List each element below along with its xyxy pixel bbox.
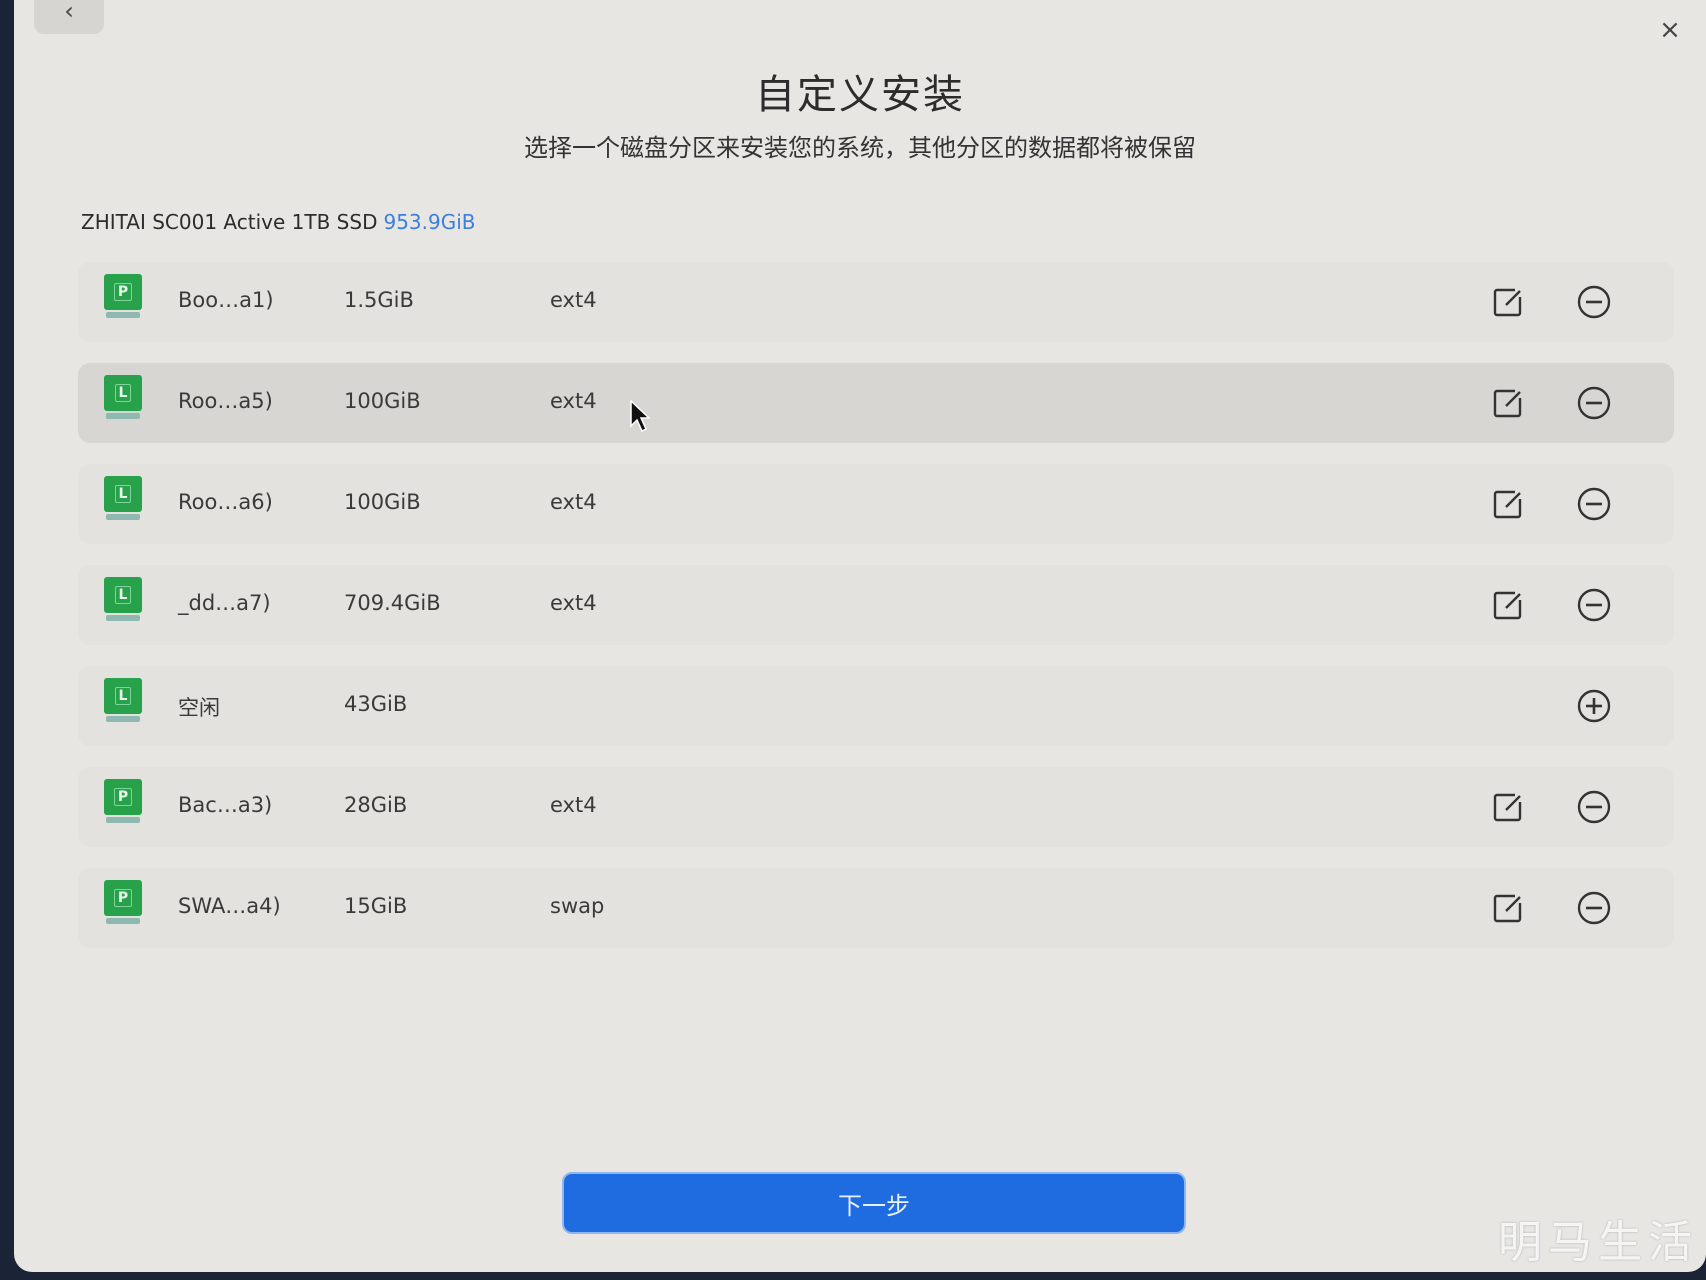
page-subtitle: 选择一个磁盘分区来安装您的系统，其他分区的数据都将被保留 xyxy=(524,134,1196,162)
close-icon: × xyxy=(1659,15,1681,45)
partition-drive-icon: P xyxy=(104,779,142,825)
partition-row[interactable]: L _dd…a7) 709.4GiB ext4 xyxy=(78,565,1674,645)
partition-type-label: L xyxy=(114,586,132,604)
partition-size: 1.5GiB xyxy=(344,288,414,312)
next-button[interactable]: 下一步 xyxy=(562,1172,1186,1234)
minus-circle-icon xyxy=(1577,891,1611,925)
partition-type-label: P xyxy=(113,889,133,907)
page-title: 自定义安装 xyxy=(755,72,965,118)
mouse-cursor-icon xyxy=(630,400,651,433)
edit-icon xyxy=(1493,288,1522,317)
partition-type-label: L xyxy=(114,384,132,402)
edit-icon xyxy=(1493,894,1522,923)
partition-row[interactable]: L Roo…a5) 100GiB ext4 xyxy=(78,363,1674,443)
partition-size: 28GiB xyxy=(344,793,408,817)
partition-drive-icon: P xyxy=(104,880,142,926)
delete-partition-button[interactable] xyxy=(1576,284,1612,320)
edit-partition-button[interactable] xyxy=(1490,587,1526,623)
minus-circle-icon xyxy=(1577,588,1611,622)
delete-partition-button[interactable] xyxy=(1576,587,1612,623)
partition-drive-icon: L xyxy=(104,678,142,724)
partition-filesystem: ext4 xyxy=(550,389,597,413)
partition-name: Roo…a5) xyxy=(178,389,273,413)
partition-size: 15GiB xyxy=(344,894,408,918)
edit-partition-button[interactable] xyxy=(1490,789,1526,825)
partition-filesystem: ext4 xyxy=(550,288,597,312)
partition-row[interactable]: L Roo…a6) 100GiB ext4 xyxy=(78,464,1674,544)
partition-row[interactable]: P Bac…a3) 28GiB ext4 xyxy=(78,767,1674,847)
delete-partition-button[interactable] xyxy=(1576,789,1612,825)
partition-name: Roo…a6) xyxy=(178,490,273,514)
partition-name: _dd…a7) xyxy=(178,591,271,615)
partition-name: SWA…a4) xyxy=(178,894,281,918)
edit-icon xyxy=(1493,389,1522,418)
partition-list: P Boo…a1) 1.5GiB ext4 L Roo…a5) 100GiB e… xyxy=(78,262,1674,969)
delete-partition-button[interactable] xyxy=(1576,486,1612,522)
edit-icon xyxy=(1493,490,1522,519)
partition-row[interactable]: P SWA…a4) 15GiB swap xyxy=(78,868,1674,948)
plus-circle-icon xyxy=(1577,689,1611,723)
edit-partition-button[interactable] xyxy=(1490,486,1526,522)
partition-filesystem: ext4 xyxy=(550,490,597,514)
delete-partition-button[interactable] xyxy=(1576,890,1612,926)
partition-filesystem: ext4 xyxy=(550,591,597,615)
partition-row[interactable]: L 空闲 43GiB xyxy=(78,666,1674,746)
partition-type-label: L xyxy=(114,485,132,503)
partition-type-label: P xyxy=(113,283,133,301)
edit-icon xyxy=(1493,793,1522,822)
partition-name: Bac…a3) xyxy=(178,793,273,817)
partition-name: 空闲 xyxy=(178,696,220,720)
edit-partition-button[interactable] xyxy=(1490,284,1526,320)
edit-partition-button[interactable] xyxy=(1490,890,1526,926)
partition-filesystem: ext4 xyxy=(550,793,597,817)
minus-circle-icon xyxy=(1577,285,1611,319)
disk-header: ZHITAI SC001 Active 1TB SSD 953.9GiB xyxy=(81,210,476,234)
partition-drive-icon: P xyxy=(104,274,142,320)
disk-name: ZHITAI SC001 Active 1TB SSD xyxy=(81,210,378,234)
disk-size: 953.9GiB xyxy=(383,210,476,234)
minus-circle-icon xyxy=(1577,790,1611,824)
partition-size: 43GiB xyxy=(344,692,408,716)
edit-partition-button[interactable] xyxy=(1490,385,1526,421)
minus-circle-icon xyxy=(1577,487,1611,521)
back-arrow-icon: ‹ xyxy=(64,0,74,25)
partition-size: 709.4GiB xyxy=(344,591,441,615)
partition-size: 100GiB xyxy=(344,490,421,514)
edit-icon xyxy=(1493,591,1522,620)
delete-partition-button[interactable] xyxy=(1576,385,1612,421)
minus-circle-icon xyxy=(1577,386,1611,420)
partition-drive-icon: L xyxy=(104,375,142,421)
partition-filesystem: swap xyxy=(550,894,605,918)
partition-drive-icon: L xyxy=(104,476,142,522)
partition-drive-icon: L xyxy=(104,577,142,623)
add-partition-button[interactable] xyxy=(1576,688,1612,724)
installer-window: ‹ × 自定义安装 选择一个磁盘分区来安装您的系统，其他分区的数据都将被保留 Z… xyxy=(14,0,1706,1272)
close-button[interactable]: × xyxy=(1656,16,1684,44)
partition-type-label: P xyxy=(113,788,133,806)
partition-row[interactable]: P Boo…a1) 1.5GiB ext4 xyxy=(78,262,1674,342)
partition-name: Boo…a1) xyxy=(178,288,274,312)
partition-type-label: L xyxy=(114,687,132,705)
partition-size: 100GiB xyxy=(344,389,421,413)
watermark: 明马生活 xyxy=(1498,1217,1698,1268)
back-button[interactable]: ‹ xyxy=(34,0,104,34)
